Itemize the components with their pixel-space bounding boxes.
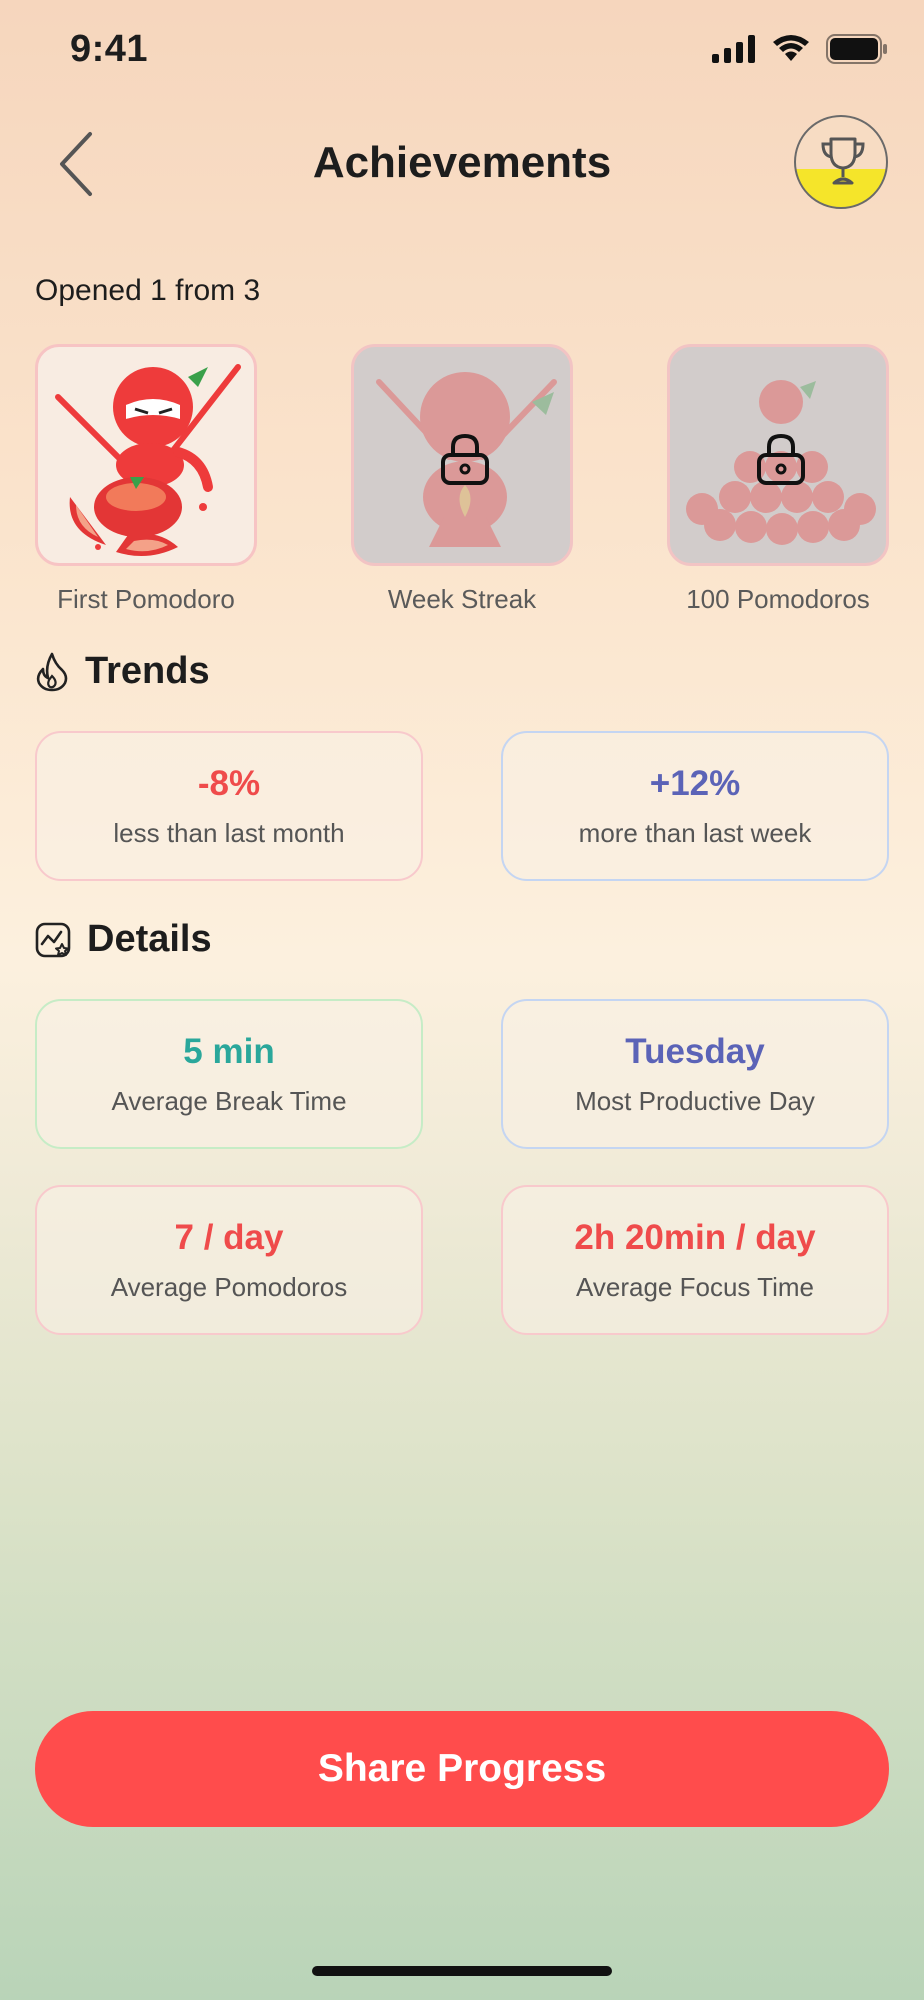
lock-icon [441, 433, 489, 485]
detail-card-focus-time: 2h 20min / day Average Focus Time [501, 1185, 889, 1335]
trend-card-monthly: -8% less than last month [35, 731, 423, 881]
achievement-first-pomodoro[interactable] [35, 344, 257, 566]
trends-title: Trends [85, 650, 210, 692]
share-progress-button[interactable]: Share Progress [35, 1711, 889, 1827]
home-indicator[interactable] [312, 1966, 612, 1976]
stat-value: 5 min [183, 1031, 275, 1071]
chart-star-icon [35, 922, 71, 957]
details-header: Details [35, 918, 212, 961]
cellular-signal-icon [712, 35, 755, 63]
stat-description: less than last month [113, 817, 345, 848]
achievement-label: Week Streak [387, 584, 537, 614]
trophy-icon [821, 137, 865, 185]
lock-icon [757, 433, 805, 485]
achievement-label: First Pomodoro [57, 584, 235, 614]
wifi-icon [773, 35, 809, 61]
page-title: Achievements [312, 138, 612, 187]
status-time: 9:41 [70, 28, 149, 70]
achievement-label: 100 Pomodoros [686, 584, 870, 614]
detail-card-pomodoros: 7 / day Average Pomodoros [35, 1185, 423, 1335]
status-icons [712, 34, 888, 64]
opened-count: Opened 1 from 3 [35, 274, 261, 307]
flame-icon [36, 652, 68, 691]
status-bar: 9:41 [0, 0, 924, 100]
battery-icon [826, 34, 887, 64]
stat-value: +12% [649, 763, 741, 803]
stat-description: Average Focus Time [576, 1271, 814, 1302]
ninja-tomato-illustration [55, 364, 241, 556]
stat-value: 2h 20min / day [574, 1217, 816, 1257]
stat-value: 7 / day [174, 1217, 284, 1257]
detail-card-productive-day: Tuesday Most Productive Day [501, 999, 889, 1149]
achievement-week-streak[interactable] [351, 344, 573, 566]
achievement-100-pomodoros[interactable] [667, 344, 889, 566]
detail-card-break-time: 5 min Average Break Time [35, 999, 423, 1149]
nav-header: Achievements [0, 100, 924, 230]
trend-card-weekly: +12% more than last week [501, 731, 889, 881]
trophy-button[interactable] [794, 115, 888, 209]
trends-header: Trends [35, 650, 210, 693]
stat-description: Most Productive Day [575, 1085, 815, 1116]
details-title: Details [87, 918, 212, 960]
stat-description: Average Break Time [111, 1085, 347, 1116]
stat-description: more than last week [578, 817, 812, 848]
stat-description: Average Pomodoros [110, 1271, 348, 1302]
stat-value: Tuesday [625, 1031, 765, 1071]
stat-value: -8% [197, 763, 261, 803]
